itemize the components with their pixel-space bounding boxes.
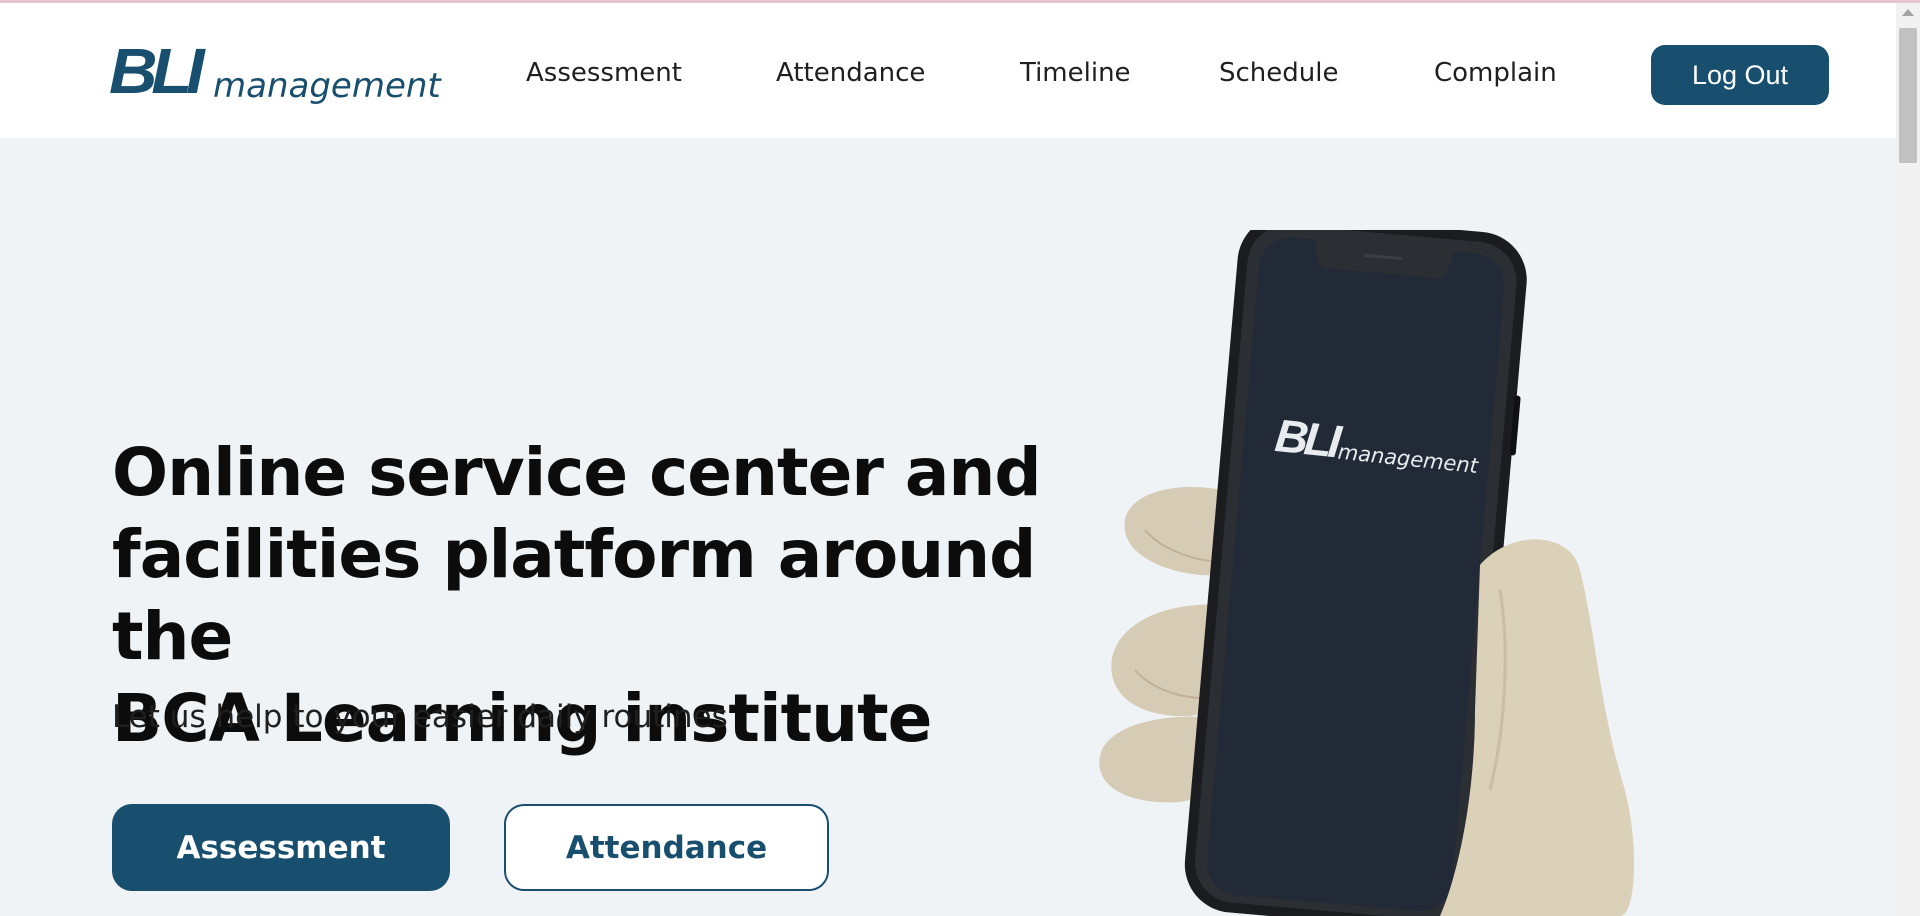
- scroll-up-arrow-icon[interactable]: [1902, 9, 1914, 16]
- hero-title-line: facilities platform around the: [112, 516, 1036, 675]
- vertical-scrollbar[interactable]: [1896, 3, 1920, 916]
- logo-wordmark: management: [213, 66, 441, 106]
- site-header: BLI management Assessment Attendance Tim…: [0, 3, 1896, 138]
- nav-schedule[interactable]: Schedule: [1219, 53, 1338, 93]
- logo-mark: BLI: [109, 35, 205, 107]
- nav-assessment[interactable]: Assessment: [526, 53, 682, 93]
- attendance-button[interactable]: Attendance: [504, 804, 829, 891]
- assessment-button[interactable]: Assessment: [112, 804, 450, 891]
- phone-in-hand-illustration: [1099, 230, 1635, 916]
- scroll-thumb[interactable]: [1899, 28, 1917, 163]
- hero-subtitle: Let us help to your easier daily routine…: [112, 699, 728, 735]
- nav-timeline[interactable]: Timeline: [1020, 53, 1131, 93]
- logout-button[interactable]: Log Out: [1651, 45, 1829, 105]
- phone-logo-mark: BLI: [1272, 409, 1340, 468]
- nav-complain[interactable]: Complain: [1434, 53, 1557, 93]
- hero-title-line: Online service center and: [112, 434, 1042, 511]
- nav-attendance[interactable]: Attendance: [776, 53, 925, 93]
- brand-logo[interactable]: BLI management: [109, 35, 441, 107]
- phone-logo-wordmark: management: [1336, 439, 1480, 479]
